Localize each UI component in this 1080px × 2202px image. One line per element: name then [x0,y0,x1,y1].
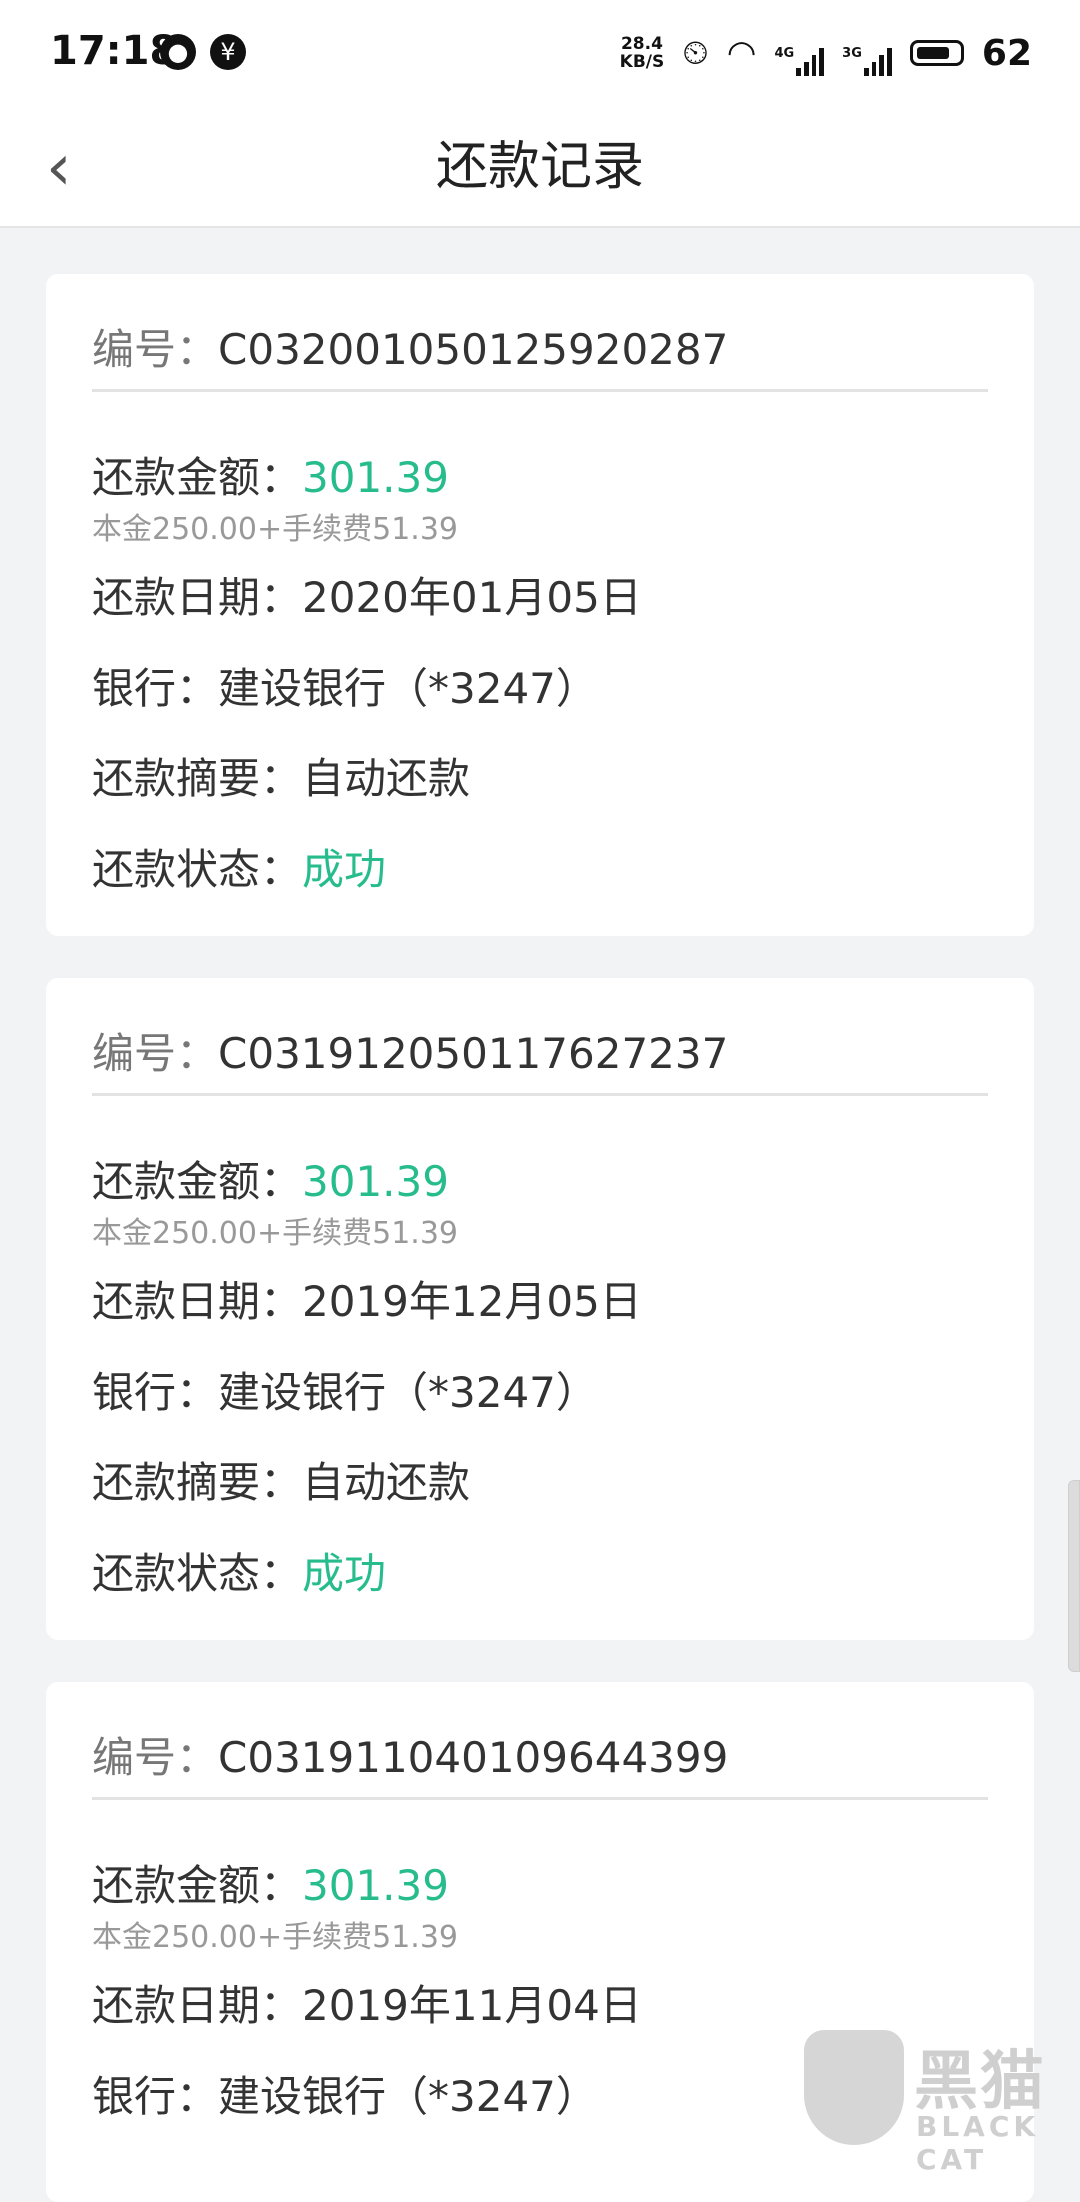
amount-row: 还款金额：301.39 [92,1852,449,1913]
date-label: 还款日期： [92,573,303,622]
bank-label: 银行： [92,2072,219,2121]
summary-row: 还款摘要：自动还款 [92,1449,470,1510]
bank-label: 银行： [92,1368,219,1417]
card-divider [92,389,988,392]
cat-shield-logo-icon [804,2030,904,2145]
amount-row: 还款金额：301.39 [92,1148,449,1209]
card-divider [92,1797,988,1800]
amount-label: 还款金额： [92,1157,303,1206]
battery-level: 62 [981,32,1032,74]
repayment-record-card: 编号：C031912050117627237 还款金额：301.39 本金250… [46,978,1034,1640]
date-label: 还款日期： [92,1277,303,1326]
status-label: 还款状态： [92,1549,303,1598]
bank-row: 银行：建设银行（*3247） [92,2063,598,2124]
blackcat-watermark: 黑猫 BLACK CAT [804,2030,1074,2176]
status-icons: 28.4 KB/S ⏲ ◠ 4G 3G 62 [620,28,1032,78]
number-value: C031911040109644399 [218,1733,729,1782]
bank-label: 银行： [92,664,219,713]
amount-row: 还款金额：301.39 [92,444,449,505]
watermark-en: BLACK CAT [916,2110,1040,2176]
status-row: 还款状态：成功 [92,1540,386,1601]
watermark-cn: 黑猫 [914,2045,1046,2119]
wifi-icon: ◠ [726,33,757,73]
back-chevron-icon[interactable]: ‹ [46,128,106,208]
amount-label: 还款金额： [92,453,303,502]
bank-value: 建设银行（*3247） [218,1368,598,1417]
amount-breakdown: 本金250.00+手续费51.39 [92,1216,458,1251]
number-label: 编号： [92,1029,219,1078]
number-label: 编号： [92,325,219,374]
record-number: 编号：C031912050117627237 [92,1020,728,1081]
date-value: 2019年11月04日 [302,1981,642,2030]
scrollbar-thumb[interactable] [1068,1480,1080,1672]
summary-label: 还款摘要： [92,1458,303,1507]
card-divider [92,1093,988,1096]
date-row: 还款日期：2020年01月05日 [92,564,642,625]
status-row: 还款状态：成功 [92,836,386,897]
summary-value: 自动还款 [302,1458,471,1507]
bank-row: 银行：建设银行（*3247） [92,1359,598,1420]
summary-value: 自动还款 [302,754,471,803]
page-title: 还款记录 [435,137,644,197]
record-number: 编号：C031911040109644399 [92,1724,728,1785]
date-value: 2020年01月05日 [302,573,642,622]
bank-value: 建设银行（*3247） [218,664,598,713]
number-value: C031912050117627237 [218,1029,729,1078]
repayment-record-card: 编号：C032001050125920287 还款金额：301.39 本金250… [46,274,1034,936]
status-bar: 17:18 ● ¥ 28.4 KB/S ⏲ ◠ 4G 3G 62 [0,0,1080,108]
alarm-icon: ⏲ [682,33,709,73]
network-speed: 28.4 KB/S [619,34,665,72]
amount-breakdown: 本金250.00+手续费51.39 [92,512,458,547]
shield-yuan-icon: ¥ [210,34,246,70]
amount-label: 还款金额： [92,1861,303,1910]
status-label: 还款状态： [92,845,303,894]
status-value: 成功 [302,845,387,894]
date-value: 2019年12月05日 [302,1277,642,1326]
battery-icon [909,40,964,66]
status-value: 成功 [302,1549,387,1598]
status-time: 17:18 [50,28,178,74]
amount-breakdown: 本金250.00+手续费51.39 [92,1920,458,1955]
date-row: 还款日期：2019年11月04日 [92,1972,642,2033]
summary-label: 还款摘要： [92,754,303,803]
location-notification-icon: ● [160,34,196,70]
bank-row: 银行：建设银行（*3247） [92,655,598,716]
number-value: C032001050125920287 [218,325,729,374]
summary-row: 还款摘要：自动还款 [92,745,470,806]
amount-value: 301.39 [302,1861,449,1910]
date-label: 还款日期： [92,1981,303,2030]
date-row: 还款日期：2019年12月05日 [92,1268,642,1329]
record-number: 编号：C032001050125920287 [92,316,728,377]
number-label: 编号： [92,1733,219,1782]
nav-bar: 还款记录 ‹ [0,108,1080,228]
amount-value: 301.39 [302,1157,449,1206]
amount-value: 301.39 [302,453,449,502]
signal-3g-icon: 3G [842,46,892,76]
bank-value: 建设银行（*3247） [218,2072,598,2121]
signal-4g-icon: 4G [774,46,825,76]
